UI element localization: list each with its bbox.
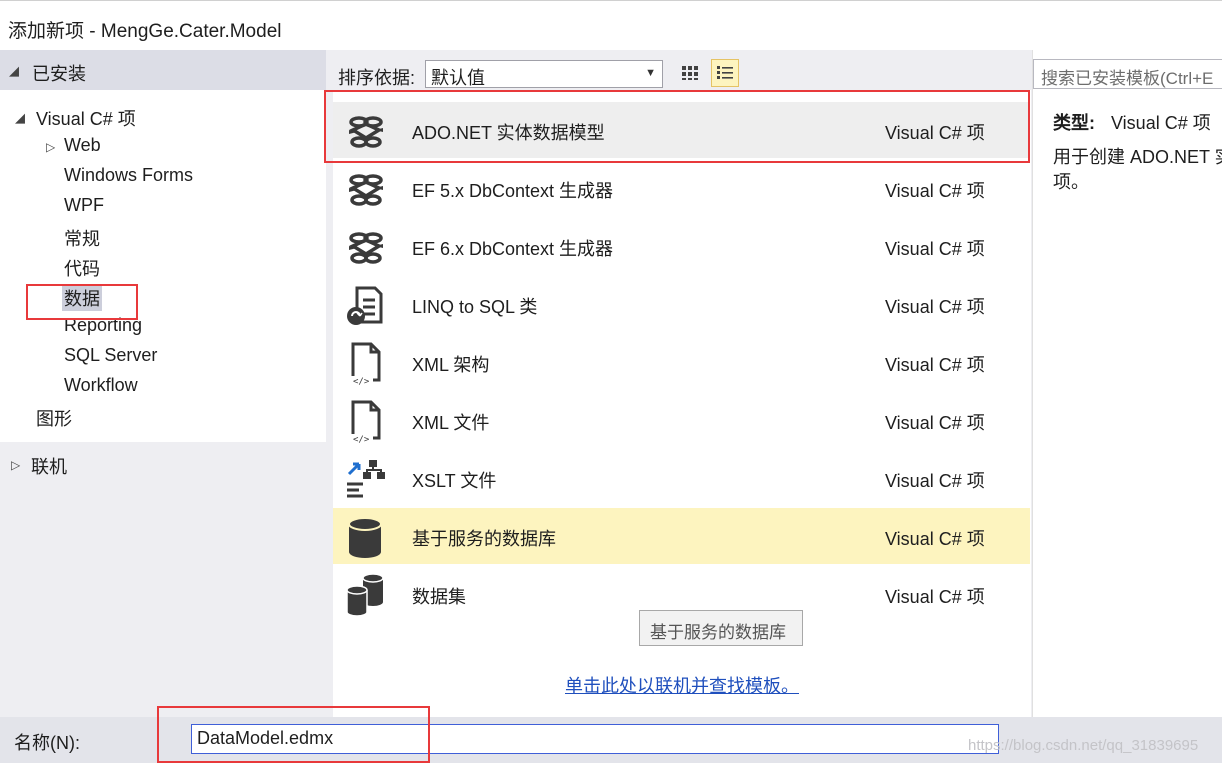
template-name: ADO.NET 实体数据模型 (412, 123, 605, 143)
tree-item-graphics[interactable]: 图形 (36, 405, 72, 431)
list-view-button[interactable] (711, 59, 739, 87)
tree-item-data[interactable]: 数据 (62, 285, 102, 311)
sort-value: 默认值 (431, 68, 485, 88)
name-bar: 名称(N): DataModel.edmx https://blog.csdn.… (0, 717, 1222, 763)
xml-file-icon: </> (351, 400, 381, 444)
dataset-icon (346, 573, 384, 617)
tree-item-general[interactable]: 常规 (64, 225, 100, 251)
tooltip: 基于服务的数据库 (639, 610, 803, 646)
template-type: Visual C# 项 (885, 471, 985, 491)
template-type: Visual C# 项 (885, 413, 985, 433)
tree-item-visual-csharp[interactable]: Visual C# 项 (36, 105, 136, 131)
template-name: XML 架构 (412, 355, 490, 375)
description-line: 用于创建 ADO.NET 实 (1053, 147, 1222, 167)
template-type: Visual C# 项 (885, 123, 985, 143)
window-title: 添加新项 - MengGe.Cater.Model (8, 21, 282, 42)
description-line: 项。 (1053, 172, 1089, 192)
list-view-icon (717, 66, 733, 79)
database-icon (348, 517, 382, 558)
template-type: Visual C# 项 (885, 587, 985, 607)
tree-item-workflow[interactable]: Workflow (64, 375, 138, 396)
template-list: ADO.NET 实体数据模型 Visual C# 项 EF 5.x DbCont… (333, 90, 1031, 717)
template-name: LINQ to SQL 类 (412, 297, 538, 317)
template-name: EF 6.x DbContext 生成器 (412, 239, 614, 259)
svg-text:</>: </> (353, 377, 370, 386)
tree-item-windows-forms[interactable]: Windows Forms (64, 165, 193, 186)
template-row-xslt-file[interactable]: XSLT 文件 Visual C# 项 (333, 450, 1030, 506)
type-value: Visual C# 项 (1111, 113, 1211, 133)
name-label: 名称(N): (14, 733, 80, 753)
online-category[interactable]: 联机 (31, 453, 67, 479)
template-row-service-database[interactable]: 基于服务的数据库 Visual C# 项 (333, 508, 1030, 564)
entity-model-icon (349, 232, 383, 264)
expanded-caret-icon[interactable]: ◢ (9, 63, 19, 79)
entity-model-icon (349, 116, 383, 148)
installed-label: 已安装 (32, 64, 86, 84)
name-input-value: DataModel.edmx (197, 728, 334, 748)
template-row-ado-net[interactable]: ADO.NET 实体数据模型 Visual C# 项 (333, 102, 1030, 158)
template-type: Visual C# 项 (885, 239, 985, 259)
template-row-ef5[interactable]: EF 5.x DbContext 生成器 Visual C# 项 (333, 160, 1030, 216)
template-row-xml-file[interactable]: </> XML 文件 Visual C# 项 (333, 392, 1030, 448)
small-icons-view-icon (682, 66, 698, 80)
watermark: https://blog.csdn.net/qq_31839695 (968, 737, 1199, 754)
template-name: XML 文件 (412, 413, 490, 433)
sort-label: 排序依据: (338, 68, 416, 88)
find-online-templates-link[interactable]: 单击此处以联机并查找模板。 (565, 672, 799, 698)
template-type: Visual C# 项 (885, 529, 985, 549)
tree-item-web[interactable]: Web (64, 135, 101, 156)
tree-item-wpf[interactable]: WPF (64, 195, 104, 216)
sort-dropdown[interactable]: 默认值 ▼ (425, 60, 663, 88)
small-icons-view-button[interactable] (676, 59, 704, 87)
collapsed-caret-icon[interactable]: ▷ (46, 140, 55, 154)
linq-to-sql-icon (347, 286, 383, 325)
dropdown-arrow-icon: ▼ (645, 67, 656, 79)
template-description: 用于创建 ADO.NET 实 项。 (1053, 145, 1222, 195)
xml-file-icon: </> (351, 342, 381, 386)
template-row-xml-schema[interactable]: </> XML 架构 Visual C# 项 (333, 334, 1030, 390)
expanded-caret-icon[interactable]: ◢ (15, 110, 25, 126)
details-pane: 搜索已安装模板(Ctrl+E 类型: Visual C# 项 用于创建 ADO.… (1032, 50, 1222, 717)
entity-model-icon (349, 174, 383, 206)
name-input[interactable]: DataModel.edmx (191, 724, 999, 754)
template-type: Visual C# 项 (885, 181, 985, 201)
collapsed-caret-icon[interactable]: ▷ (11, 458, 20, 472)
tree-item-sql-server[interactable]: SQL Server (64, 345, 157, 366)
category-tree: ◢ Visual C# 项 ▷ Web Windows Forms WPF 常规… (0, 90, 326, 442)
tree-item-reporting[interactable]: Reporting (64, 315, 142, 336)
template-toolbar: 排序依据: 默认值 ▼ (326, 50, 1032, 90)
template-name: XSLT 文件 (412, 471, 497, 491)
title-bar: 添加新项 - MengGe.Cater.Model (0, 0, 1222, 51)
svg-text:</>: </> (353, 435, 370, 444)
template-name: 基于服务的数据库 (412, 529, 556, 549)
category-pane: ◢ 已安装 ◢ Visual C# 项 ▷ Web Windows Forms … (0, 50, 326, 717)
installed-header[interactable]: ◢ 已安装 (0, 50, 326, 90)
xslt-file-icon (347, 460, 385, 498)
template-pane: 排序依据: 默认值 ▼ ADO.NET 实体数据模型 Visual C# 项 E… (326, 50, 1032, 717)
type-label: 类型: (1053, 113, 1095, 133)
template-row-linq-to-sql[interactable]: LINQ to SQL 类 Visual C# 项 (333, 276, 1030, 332)
search-placeholder: 搜索已安装模板(Ctrl+E (1041, 69, 1214, 88)
template-name: 数据集 (412, 587, 466, 607)
tree-item-code[interactable]: 代码 (64, 255, 100, 281)
template-type: Visual C# 项 (885, 297, 985, 317)
template-row-ef6[interactable]: EF 6.x DbContext 生成器 Visual C# 项 (333, 218, 1030, 274)
search-input[interactable]: 搜索已安装模板(Ctrl+E (1033, 59, 1222, 89)
template-type: Visual C# 项 (885, 355, 985, 375)
template-name: EF 5.x DbContext 生成器 (412, 181, 614, 201)
